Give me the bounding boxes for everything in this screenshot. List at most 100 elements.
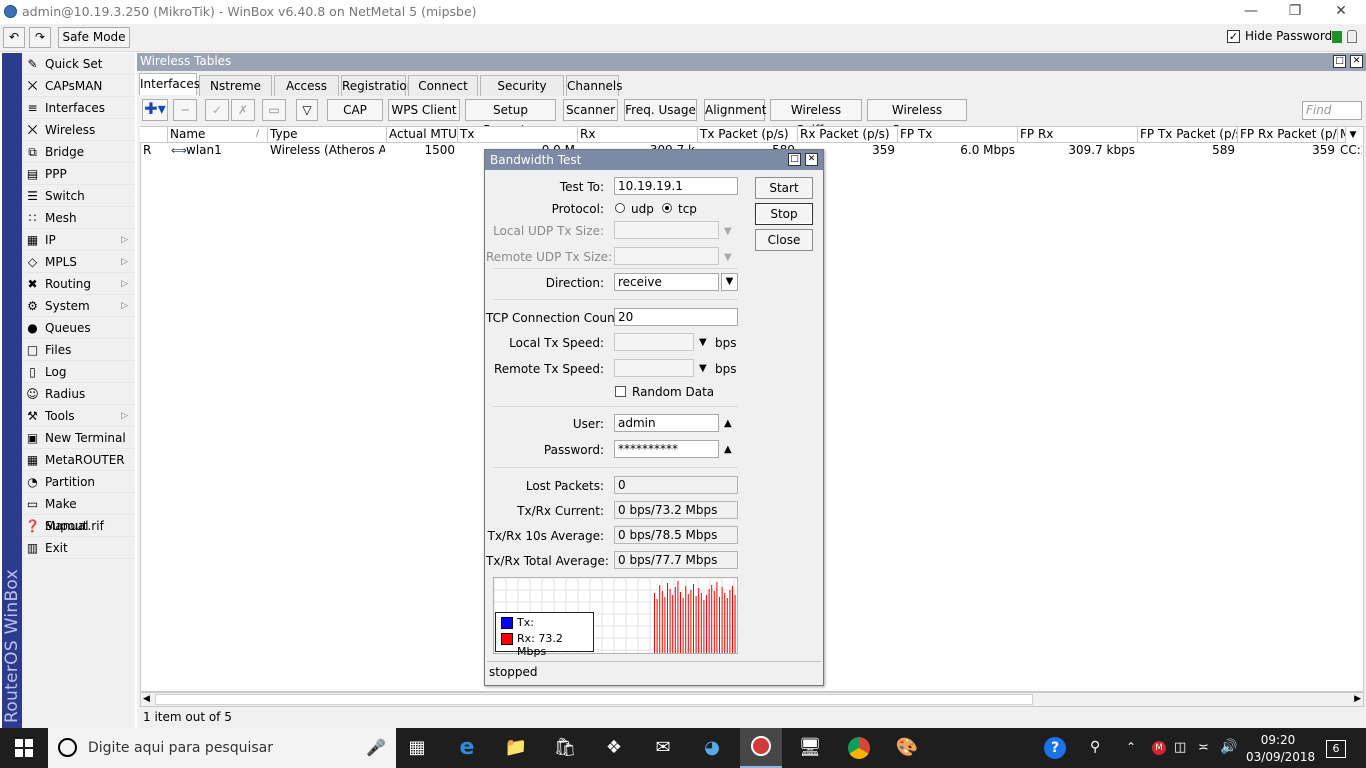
- protocol-tcp-radio[interactable]: [662, 203, 672, 213]
- sidebar-item-mesh[interactable]: ∷ Mesh: [22, 207, 135, 229]
- dropbox-icon[interactable]: ❖: [601, 735, 627, 761]
- sidebar-item-wireless[interactable]: ⨉ Wireless: [22, 119, 135, 141]
- sidebar-item-ip[interactable]: ▦ IP ▷: [22, 229, 135, 251]
- close-icon[interactable]: ✕: [805, 153, 818, 166]
- sidebar-item-bridge[interactable]: ⧉ Bridge: [22, 141, 135, 163]
- column-header[interactable]: FP Tx: [898, 127, 1018, 143]
- network-tool-icon[interactable]: 🖥: [797, 735, 823, 761]
- column-header[interactable]: FP Tx Packet (p/s): [1138, 127, 1238, 143]
- tab-access-list[interactable]: Access List: [274, 75, 339, 113]
- sidebar-item-files[interactable]: □ Files: [22, 339, 135, 361]
- tab-connect-list[interactable]: Connect List: [408, 75, 478, 113]
- taskbar-search[interactable]: Digite aqui para pesquisar 🎤: [48, 728, 396, 768]
- direction-select[interactable]: receive: [614, 273, 719, 291]
- show-hidden-icons[interactable]: ⌃: [1126, 740, 1136, 754]
- column-menu-icon[interactable]: ▼: [1344, 127, 1362, 143]
- minimize-icon[interactable]: —: [1228, 0, 1274, 24]
- tab-security-profiles[interactable]: Security Profiles: [480, 75, 564, 113]
- scanner-button[interactable]: Scanner: [563, 99, 618, 121]
- dropdown-icon[interactable]: ▼: [699, 337, 707, 349]
- sidebar-item-switch[interactable]: ☰ Switch: [22, 185, 135, 207]
- redo-icon[interactable]: ↷: [29, 27, 51, 48]
- paint-icon[interactable]: 🎨: [894, 735, 920, 761]
- sidebar-item-exit[interactable]: ▥ Exit: [22, 537, 135, 559]
- column-header[interactable]: Tx: [458, 127, 578, 143]
- direction-dropdown-icon[interactable]: ▼: [721, 273, 738, 291]
- chrome-icon[interactable]: [848, 737, 870, 759]
- column-header[interactable]: Type: [268, 127, 387, 143]
- battery-icon[interactable]: ◫: [1174, 740, 1186, 755]
- sidebar-item-interfaces[interactable]: ≡ Interfaces: [22, 97, 135, 119]
- column-header[interactable]: Actual MTU: [387, 127, 458, 143]
- thunderbird-icon[interactable]: ◕: [699, 735, 725, 761]
- windows-start-icon[interactable]: [14, 738, 34, 758]
- sidebar-item-quick-set[interactable]: ✎ Quick Set: [22, 53, 135, 75]
- tab-interfaces[interactable]: Interfaces: [139, 73, 200, 95]
- test-to-input[interactable]: 10.19.19.1: [614, 177, 738, 195]
- sidebar-item-mpls[interactable]: ◇ MPLS ▷: [22, 251, 135, 273]
- sidebar-item-metarouter[interactable]: ▦ MetaROUTER: [22, 449, 135, 471]
- remote-tx-speed-input[interactable]: [614, 359, 694, 377]
- help-icon[interactable]: ?: [1044, 737, 1066, 759]
- column-header[interactable]: Rx: [578, 127, 698, 143]
- column-header[interactable]: Tx Packet (p/s): [698, 127, 798, 143]
- antivirus-icon[interactable]: M: [1152, 741, 1166, 755]
- freq-usage-button[interactable]: Freq. Usage: [624, 99, 697, 121]
- alignment-button[interactable]: Alignment: [704, 99, 766, 121]
- wifi-icon[interactable]: ≍: [1198, 740, 1209, 755]
- sidebar-item-log[interactable]: ▯ Log: [22, 361, 135, 383]
- comment-icon[interactable]: ▭: [262, 99, 286, 121]
- sidebar-item-capsman[interactable]: ⨉ CAPsMAN: [22, 75, 135, 97]
- wireless-sniffer-button[interactable]: Wireless Sniffer: [770, 99, 862, 137]
- sidebar-item-make-supout-rif[interactable]: ▭ Make Supout.rif: [22, 493, 135, 533]
- column-header[interactable]: [140, 127, 168, 143]
- restore-icon[interactable]: ❐: [1272, 0, 1318, 24]
- clock-date[interactable]: 03/09/2018: [1246, 750, 1315, 764]
- sidebar-item-manual[interactable]: ❓ Manual: [22, 515, 135, 537]
- close-button[interactable]: Close: [755, 229, 813, 251]
- add-icon[interactable]: ✚▾: [142, 99, 168, 121]
- scroll-left-icon[interactable]: ◀: [143, 694, 150, 704]
- sidebar-item-new-terminal[interactable]: ▣ New Terminal: [22, 427, 135, 449]
- sidebar-item-queues[interactable]: ● Queues: [22, 317, 135, 339]
- sidebar-item-partition[interactable]: ◔ Partition: [22, 471, 135, 493]
- maximize-icon[interactable]: □: [1333, 55, 1346, 68]
- mail-icon[interactable]: ✉: [650, 735, 676, 761]
- edge-icon[interactable]: e: [454, 735, 480, 761]
- disable-icon[interactable]: ✗: [231, 99, 255, 121]
- scrollbar-thumb[interactable]: [155, 694, 1033, 705]
- scroll-right-icon[interactable]: ▶: [1354, 694, 1361, 704]
- close-icon[interactable]: ✕: [1318, 0, 1364, 24]
- microphone-icon[interactable]: 🎤: [366, 738, 386, 757]
- remove-icon[interactable]: ─: [173, 99, 197, 121]
- collapse-icon[interactable]: ▲: [724, 418, 732, 430]
- protocol-udp-radio[interactable]: [615, 203, 625, 213]
- column-header[interactable]: Rx Packet (p/s): [798, 127, 898, 143]
- wireless-snooper-button[interactable]: Wireless Snooper: [867, 99, 967, 137]
- sidebar-item-radius[interactable]: ☺ Radius: [22, 383, 135, 405]
- tcp-count-input[interactable]: 20: [614, 308, 738, 326]
- collapse-icon[interactable]: ▲: [724, 444, 732, 456]
- tab-channels[interactable]: Channels: [566, 75, 623, 96]
- tab-registration[interactable]: Registration: [341, 75, 414, 96]
- undo-icon[interactable]: ↶: [3, 27, 25, 48]
- people-icon[interactable]: ⚲: [1090, 739, 1100, 755]
- start-button[interactable]: Start: [755, 177, 813, 199]
- password-input[interactable]: **********: [614, 440, 719, 458]
- maximize-icon[interactable]: □: [788, 153, 801, 166]
- setup-repeater-button[interactable]: Setup Repeater: [465, 99, 556, 137]
- safe-mode-button[interactable]: Safe Mode: [58, 27, 130, 48]
- winbox-taskbar-item[interactable]: [740, 728, 782, 768]
- enable-icon[interactable]: ✓: [205, 99, 229, 121]
- column-header[interactable]: FP Rx: [1018, 127, 1138, 143]
- tab-nstreme-dual[interactable]: Nstreme Dual: [199, 75, 272, 113]
- sidebar-item-ppp[interactable]: ▤ PPP: [22, 163, 135, 185]
- dropdown-icon[interactable]: ▼: [699, 363, 707, 375]
- close-icon[interactable]: ✕: [1350, 55, 1363, 68]
- user-input[interactable]: admin: [614, 414, 719, 432]
- wps-client-button[interactable]: WPS Client: [388, 99, 460, 121]
- column-header[interactable]: FP Rx Packet (p/s): [1238, 127, 1338, 143]
- notifications-icon[interactable]: 6: [1326, 740, 1346, 758]
- store-icon[interactable]: 🛍: [552, 735, 578, 761]
- sidebar-item-tools[interactable]: ⚒ Tools ▷: [22, 405, 135, 427]
